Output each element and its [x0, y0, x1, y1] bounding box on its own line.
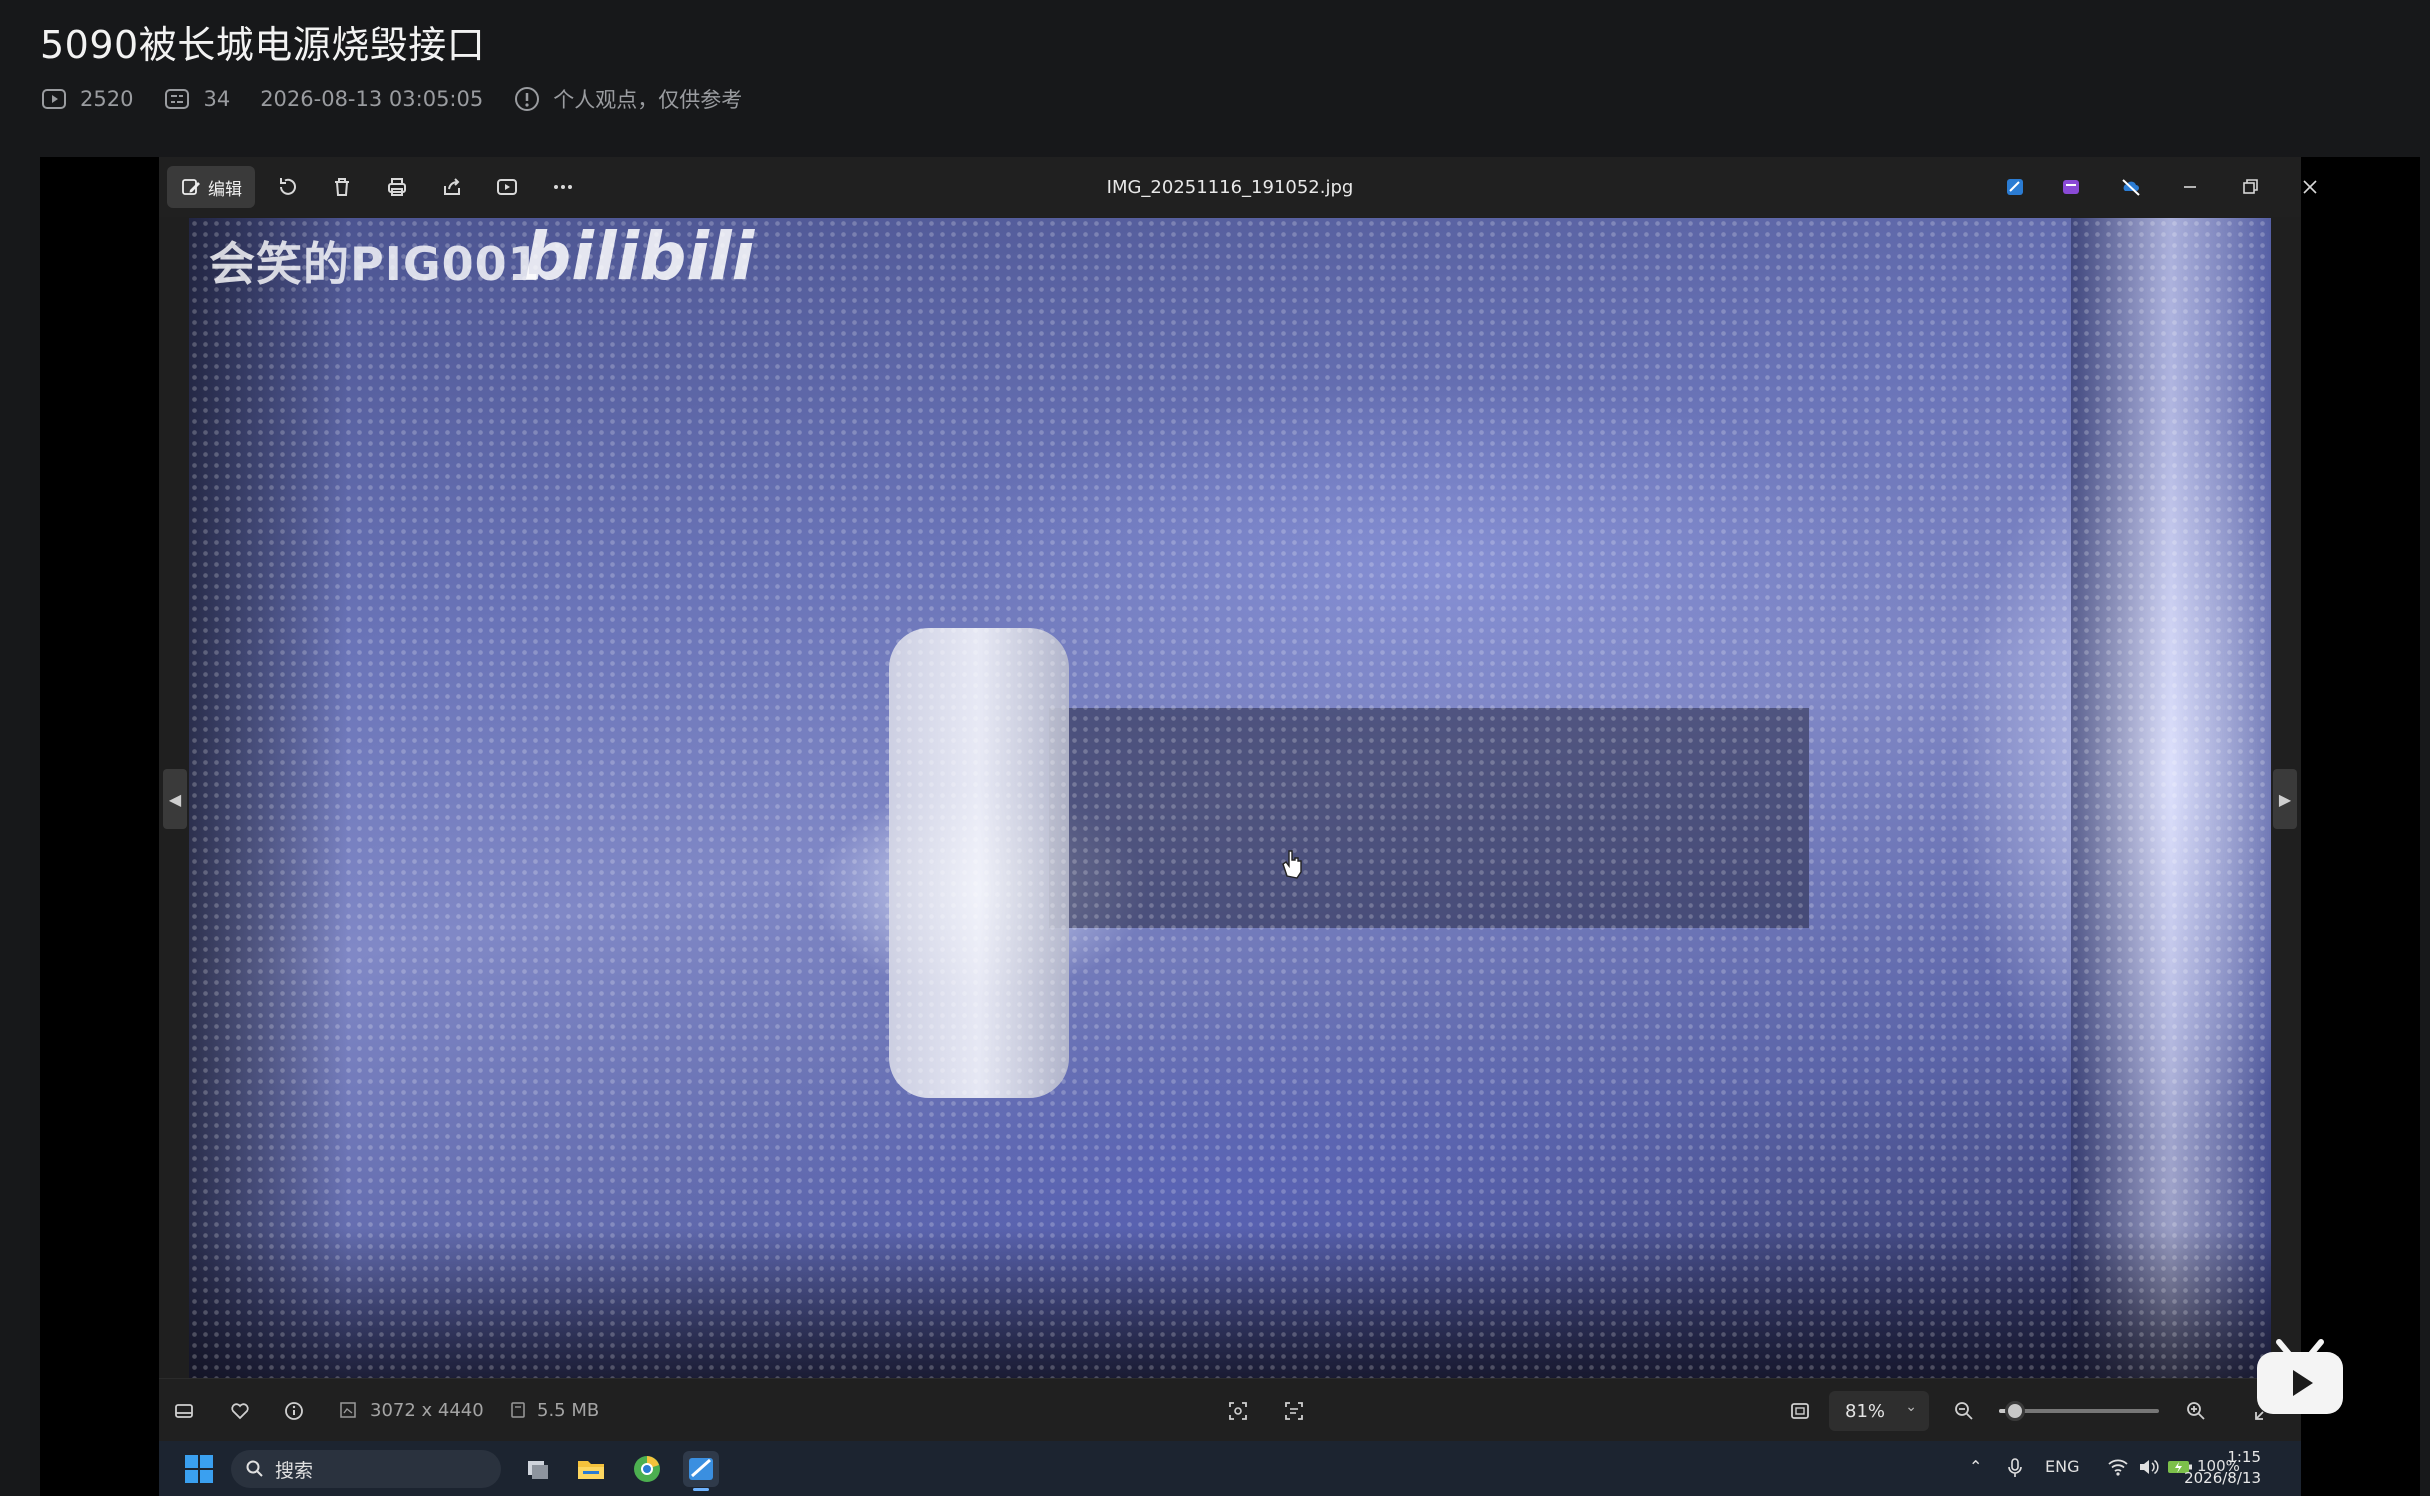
info-circle-icon: [515, 87, 540, 111]
cloud-sync-button[interactable]: [2115, 171, 2147, 203]
zoom-out-button[interactable]: [1949, 1396, 1979, 1426]
video-title: 5090被长城电源烧毁接口: [40, 23, 486, 67]
zoom-in-button[interactable]: [2181, 1396, 2211, 1426]
windows-taskbar: 搜索 ⌃ ENG 100% 1:15 2026/8/13: [159, 1441, 2301, 1496]
file-info-button[interactable]: [279, 1396, 309, 1426]
microphone-icon[interactable]: [2005, 1457, 2025, 1479]
tray-overflow-button[interactable]: ⌃: [1969, 1457, 1982, 1476]
image-file-size: 5.5 MB: [537, 1400, 600, 1421]
views-count: 2520: [80, 87, 134, 111]
dimensions-icon: [340, 1402, 356, 1418]
zoom-level-dropdown[interactable]: 81% ⌄: [1829, 1391, 1929, 1431]
video-player[interactable]: 编辑 IMG_20251116_191052.jpg 会笑的PIG001 bil…: [40, 157, 2420, 1496]
photo-canvas[interactable]: 会笑的PIG001 bilibili: [189, 218, 2271, 1378]
active-app-indicator: [693, 1488, 709, 1491]
watermark-brand: bilibili: [524, 218, 755, 295]
photos-app-window: 编辑 IMG_20251116_191052.jpg 会笑的PIG001 bil…: [159, 157, 2317, 1496]
image-dimensions: 3072 x 4440: [370, 1400, 484, 1421]
publish-datetime: 2026-08-13 03:05:05: [260, 87, 484, 111]
restore-button[interactable]: [2234, 171, 2266, 203]
volume-icon[interactable]: [2137, 1457, 2159, 1477]
minimize-icon: [2184, 186, 2196, 188]
photos-toolbar: 编辑 IMG_20251116_191052.jpg: [159, 157, 2317, 217]
close-icon: [2303, 180, 2317, 194]
browser-icon: [634, 1456, 660, 1482]
task-view-icon: [528, 1461, 548, 1479]
fit-screen-icon: [1791, 1403, 1809, 1419]
heart-icon: [231, 1403, 249, 1420]
zoom-slider-thumb[interactable]: [2005, 1401, 2025, 1421]
folder-icon: [578, 1461, 604, 1479]
clock-time: 1:15: [2227, 1448, 2261, 1466]
file-explorer-button[interactable]: [573, 1451, 609, 1487]
photos-taskbar-button[interactable]: [683, 1451, 719, 1491]
restore-icon: [2243, 179, 2258, 194]
app-blue-icon: [2007, 179, 2023, 195]
taskbar-search[interactable]: 搜索: [231, 1450, 501, 1488]
chevron-left-icon: ◀: [168, 789, 182, 809]
previous-photo-button[interactable]: ◀: [163, 769, 187, 829]
clipchamp-button[interactable]: [1999, 171, 2031, 203]
notice-text: 个人观点，仅供参考: [553, 88, 743, 112]
text-scan-icon: [1285, 1402, 1303, 1420]
fit-to-window-button[interactable]: [1785, 1396, 1815, 1426]
zoom-slider[interactable]: [1999, 1401, 2159, 1421]
play-count-icon: [42, 89, 66, 109]
chevron-up-icon: ⌃: [1969, 1457, 1983, 1476]
input-language[interactable]: ENG: [2045, 1457, 2079, 1476]
danmaku-stat: 34: [163, 85, 230, 113]
bilibili-logo-icon: [2257, 1339, 2343, 1414]
window-title: IMG_20251116_191052.jpg: [1106, 177, 1354, 198]
info-icon: [285, 1402, 303, 1420]
search-placeholder: 搜索: [275, 1459, 314, 1482]
text-scan-button[interactable]: [1279, 1396, 1309, 1426]
windows-logo-icon: [185, 1455, 198, 1468]
minimize-button[interactable]: [2174, 171, 2206, 203]
start-button[interactable]: [185, 1455, 213, 1483]
mesh-panel-texture: [189, 218, 2271, 1378]
clock-date: 2026/8/13: [2184, 1469, 2261, 1487]
favorite-button[interactable]: [225, 1396, 255, 1426]
taskbar-clock[interactable]: 1:15 2026/8/13: [2184, 1447, 2261, 1489]
search-icon: [246, 1460, 263, 1477]
notice: 个人观点，仅供参考: [513, 84, 742, 114]
hand-cursor-icon: [1282, 850, 1302, 879]
browser-button[interactable]: [629, 1451, 665, 1487]
watermark-user: 会笑的PIG001: [209, 237, 541, 291]
file-size-icon: [511, 1402, 525, 1418]
app-purple-icon: [2063, 180, 2079, 194]
wifi-icon[interactable]: [2107, 1457, 2129, 1477]
filmstrip-icon: [175, 1404, 193, 1418]
views-stat: 2520: [40, 85, 133, 113]
photos-app-icon: [689, 1458, 713, 1480]
zoom-out-icon: [1955, 1402, 1973, 1420]
close-button[interactable]: [2294, 171, 2326, 203]
scan-icon: [1229, 1402, 1247, 1420]
publish-date: 2026-08-13 03:05:05: [260, 87, 483, 111]
chevron-down-icon: ⌄: [1905, 1399, 1917, 1415]
cloud-off-icon: [2122, 179, 2140, 196]
video-meta: 2520 34 2026-08-13 03:05:05 个人观点，仅供参考: [40, 84, 742, 114]
next-photo-button[interactable]: ▶: [2273, 769, 2297, 829]
danmaku-icon: [165, 89, 190, 109]
visual-search-button[interactable]: [1223, 1396, 1253, 1426]
photos-statusbar: 3072 x 4440 5.5 MB 81% ⌄: [159, 1378, 2301, 1442]
task-view-button[interactable]: [519, 1451, 555, 1487]
video-editor-button[interactable]: [2055, 171, 2087, 203]
filmstrip-button[interactable]: [169, 1396, 199, 1426]
chevron-right-icon: ▶: [2278, 789, 2292, 809]
zoom-in-icon: [2187, 1402, 2205, 1420]
zoom-level-value: 81%: [1845, 1400, 1886, 1422]
danmaku-count: 34: [203, 87, 231, 111]
